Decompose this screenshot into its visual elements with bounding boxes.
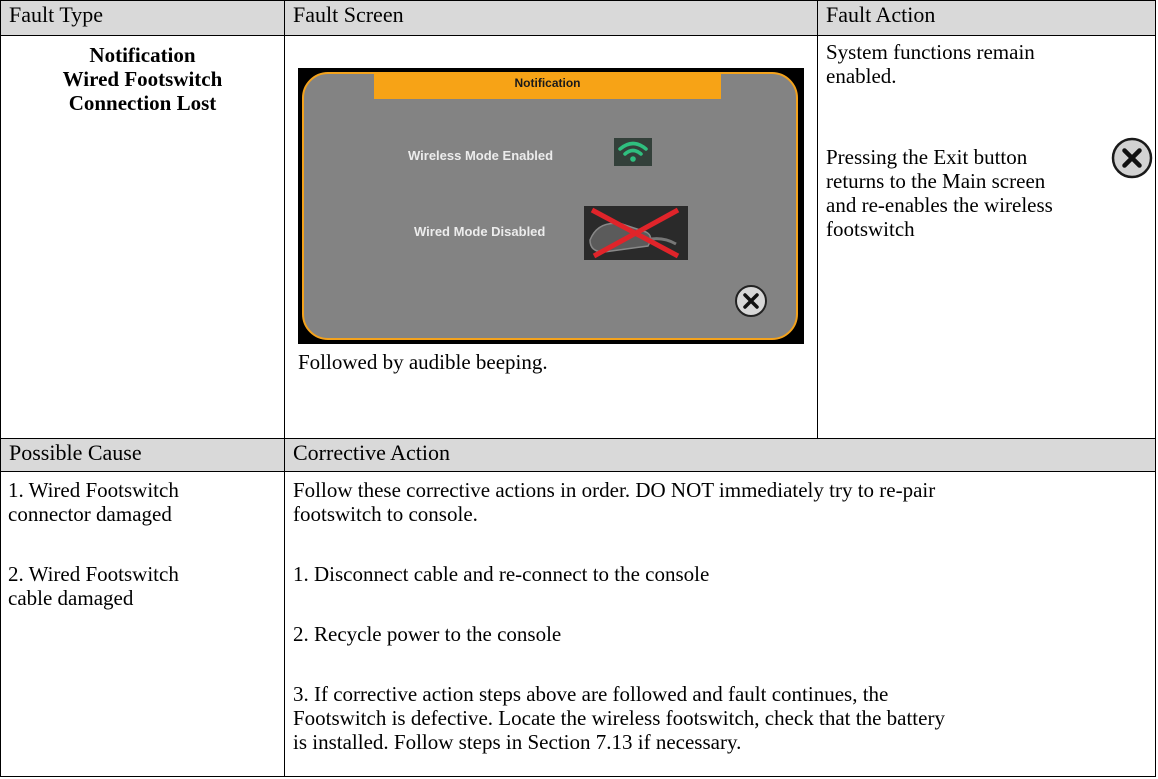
table-border [0,438,1156,439]
table-border [0,471,1156,472]
fault-action-line: enabled. [826,64,897,88]
corrective-line: footswitch to console. [293,502,478,526]
wired-mode-label: Wired Mode Disabled [414,224,546,239]
exit-button-icon[interactable] [734,284,768,318]
table-border [0,0,1156,1]
table-border [0,0,1,777]
fault-type-line: Notification [89,43,196,67]
fault-type-line: Connection Lost [68,91,217,115]
corrective-line: Follow these corrective actions in order… [293,478,936,502]
fault-action-line: and re-enables the wireless [826,193,1053,217]
fault-screen-caption: Followed by audible beeping. [298,350,548,374]
exit-circle-icon [1111,137,1153,179]
table-border [0,35,1156,36]
header-possible-cause: Possible Cause [1,439,284,471]
corrective-step: 2. Recycle power to the console [293,622,562,646]
corrective-step: 1. Disconnect cable and re-connect to th… [293,562,710,586]
header-fault-action: Fault Action [818,1,1155,35]
corrective-actions: Follow these corrective actions in order… [293,478,1151,754]
corrective-step: Footswitch is defective. Locate the wire… [293,706,945,730]
fault-action-line: Pressing the Exit button [826,145,1028,169]
fault-action-text: System functions remain enabled. Pressin… [826,40,1146,241]
fault-type-line: Wired Footswitch [62,67,223,91]
corrective-step: is installed. Follow steps in Section 7.… [293,730,742,754]
header-corrective-action: Corrective Action [285,439,1155,471]
table-border [284,0,285,777]
wireless-mode-label: Wireless Mode Enabled [408,148,554,163]
fault-action-line: returns to the Main screen [826,169,1046,193]
cause-line: cable damaged [8,586,134,610]
cause-item: 2. Wired Footswitch cable damaged [8,562,280,610]
fault-table: Fault Type Fault Screen Fault Action Pos… [0,0,1156,777]
header-fault-type: Fault Type [1,1,284,35]
possible-causes-list: 1. Wired Footswitch connector damaged 2.… [8,478,280,610]
table-border [1155,0,1156,777]
notification-screen: Notification Wireless Mode Enabled Wired… [298,68,804,344]
screen-title-bar: Notification [374,72,721,99]
cause-line: 2. Wired Footswitch [8,562,179,586]
header-fault-screen: Fault Screen [285,1,817,35]
wifi-icon [614,138,652,166]
corrective-step: 3. If corrective action steps above are … [293,682,889,706]
table-border [817,0,818,439]
fault-action-line: System functions remain [826,40,1035,64]
cause-line: connector damaged [8,502,172,526]
footswitch-disabled-icon [584,206,688,260]
fault-type-text: Notification Wired Footswitch Connection… [1,43,284,115]
screen-panel [302,72,798,340]
fault-action-line: footswitch [826,217,915,241]
table-border [0,776,1156,777]
cause-item: 1. Wired Footswitch connector damaged [8,478,280,526]
cause-line: 1. Wired Footswitch [8,478,179,502]
